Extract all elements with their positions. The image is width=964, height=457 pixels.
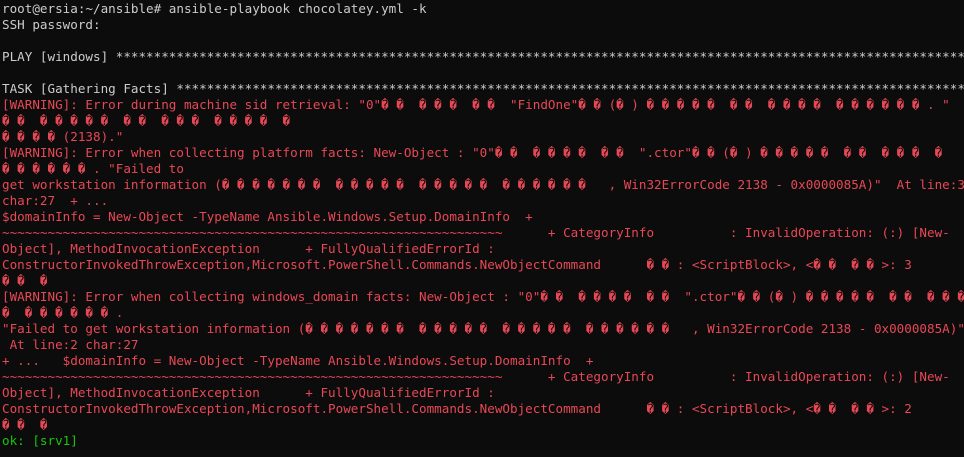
- terminal-line-warning: � � � � � � � .: [2, 305, 124, 320]
- terminal-line-warning: Object], MethodInvocationException + Ful…: [2, 241, 495, 256]
- terminal-line-ok-status: ok: [srv1]: [2, 433, 78, 448]
- terminal-line-warning: ConstructorInvokedThrowException,Microso…: [2, 257, 912, 272]
- terminal-output[interactable]: root@ersia:~/ansible# ansible-playbook c…: [0, 0, 964, 457]
- terminal-line-warning: [WARNING]: Error during machine sid retr…: [2, 97, 950, 112]
- terminal-line-warning: � � � � (2138).": [2, 129, 124, 144]
- terminal-line-warning: At line:2 char:27: [2, 337, 139, 352]
- terminal-line-warning: "Failed to get workstation information (…: [2, 321, 964, 336]
- terminal-line-warning: [WARNING]: Error when collecting platfor…: [2, 145, 943, 160]
- terminal-line-command: root@ersia:~/ansible# ansible-playbook c…: [2, 1, 427, 16]
- terminal-line-warning: get workstation information (� � � � � �…: [2, 177, 964, 192]
- terminal-line-warning: + ... $domainInfo = New-Object -TypeName…: [2, 353, 594, 368]
- terminal-line-warning: $domainInfo = New-Object -TypeName Ansib…: [2, 209, 533, 224]
- terminal-line-warning: ~~~~~~~~~~~~~~~~~~~~~~~~~~~~~~~~~~~~~~~~…: [2, 369, 950, 384]
- terminal-line-warning: char:27 + ...: [2, 193, 109, 208]
- terminal-line-warning: Object], MethodInvocationException + Ful…: [2, 385, 495, 400]
- terminal-line-task-header: TASK [Gathering Facts] *****************…: [2, 81, 964, 96]
- terminal-line-warning: ConstructorInvokedThrowException,Microso…: [2, 401, 912, 416]
- terminal-line-password-prompt: SSH password:: [2, 17, 101, 32]
- terminal-line-warning: � � �: [2, 417, 48, 432]
- terminal-line-warning: ~~~~~~~~~~~~~~~~~~~~~~~~~~~~~~~~~~~~~~~~…: [2, 225, 950, 240]
- terminal-line-play-header: PLAY [windows] *************************…: [2, 49, 964, 64]
- terminal-line-warning: � � � � � � . "Failed to: [2, 161, 184, 176]
- terminal-line-warning: � � � � � � � � � � � � � � � � �: [2, 113, 291, 128]
- terminal-line-warning: � � �: [2, 273, 48, 288]
- terminal-line-warning: [WARNING]: Error when collecting windows…: [2, 289, 964, 304]
